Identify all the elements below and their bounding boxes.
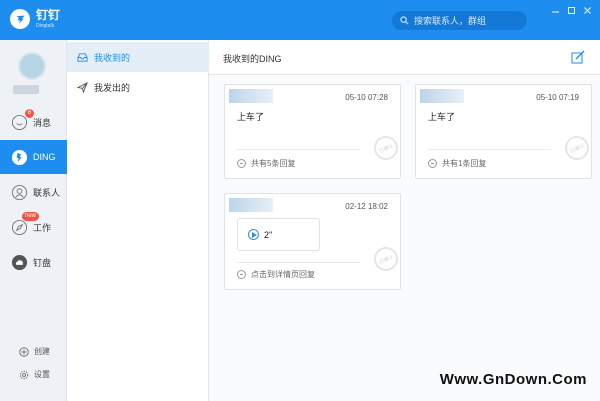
nav-label: DING <box>33 152 56 162</box>
new-badge: new <box>22 212 40 221</box>
voice-duration: 2" <box>264 229 273 240</box>
search-icon <box>400 16 409 25</box>
send-icon <box>77 81 88 93</box>
app-subtitle: Dingtalk <box>36 23 55 29</box>
gear-icon <box>19 370 29 379</box>
settings-button[interactable]: 设置 <box>19 369 50 380</box>
close-icon[interactable] <box>583 6 592 15</box>
reply-count[interactable]: 共有1条回复 <box>428 158 486 169</box>
ding-card[interactable]: 05-10 07:19 上车了 已确认 共有1条回复 <box>415 84 593 179</box>
edit-icon <box>571 50 585 64</box>
comment-icon <box>237 159 246 168</box>
sender-name-redacted <box>420 89 464 103</box>
play-icon[interactable] <box>248 229 259 240</box>
nav-item-contacts[interactable]: 联系人 <box>0 175 67 209</box>
inbox-icon <box>77 52 88 62</box>
comment-icon <box>428 159 437 168</box>
confirmed-stamp-icon: 已确认 <box>561 132 593 164</box>
card-time: 02-12 18:02 <box>345 202 388 211</box>
divider <box>237 149 360 150</box>
page-title: 我收到的DING <box>223 54 282 64</box>
nav-item-messages[interactable]: 6 消息 <box>0 105 67 139</box>
compass-icon <box>11 219 28 235</box>
comment-icon <box>237 270 246 279</box>
divider <box>237 262 360 263</box>
title-bar: 钉钉 Dingtalk 搜索联系人，群组 <box>0 0 600 40</box>
avatar[interactable] <box>18 52 46 80</box>
nav-label: 消息 <box>33 117 52 128</box>
main-header: 我收到的DING <box>209 40 600 75</box>
reply-label: 共有1条回复 <box>442 159 487 168</box>
ding-card[interactable]: 02-12 18:02 2" 已确认 点击到详情页回复 <box>224 193 402 290</box>
ding-icon <box>11 149 28 165</box>
nav-item-work[interactable]: new 工作 <box>0 210 67 244</box>
divider <box>428 149 551 150</box>
sender-name-redacted <box>229 89 273 103</box>
app-name: 钉钉 <box>36 8 61 22</box>
subnav-item-received[interactable]: 我收到的 <box>67 42 209 72</box>
unread-badge: 6 <box>25 109 34 118</box>
card-content: 上车了 <box>428 112 456 122</box>
search-input[interactable]: 搜索联系人，群组 <box>392 11 527 30</box>
ding-subnav: 我收到的 我发出的 <box>67 40 209 401</box>
contacts-icon <box>11 184 28 200</box>
subnav-label: 我收到的 <box>94 52 131 63</box>
minimize-icon[interactable] <box>551 6 560 15</box>
ding-card[interactable]: 05-10 07:28 上车了 已确认 共有5条回复 <box>224 84 402 179</box>
maximize-icon[interactable] <box>567 6 576 15</box>
nav-label: 工作 <box>33 222 52 233</box>
search-placeholder: 搜索联系人，群组 <box>414 16 487 26</box>
card-time: 05-10 07:28 <box>345 93 388 102</box>
reply-count[interactable]: 共有5条回复 <box>237 158 295 169</box>
subnav-label: 我发出的 <box>94 82 131 93</box>
compose-ding-button[interactable] <box>571 50 585 64</box>
nav-label: 钉盘 <box>33 257 52 268</box>
main-panel: 我收到的DING 05-10 07:28 上车了 已确认 共有5条回复 05-1… <box>209 40 600 401</box>
reply-label: 点击到详情页回复 <box>251 270 315 279</box>
plus-icon <box>19 346 29 357</box>
nav-item-cloud-disk[interactable]: 钉盘 <box>0 245 67 279</box>
dingtalk-logo-icon <box>10 9 30 29</box>
nav-item-ding[interactable]: DING <box>0 140 67 174</box>
create-button[interactable]: 创建 <box>19 346 50 357</box>
voice-message[interactable]: 2" <box>237 218 320 251</box>
create-label: 创建 <box>34 347 50 356</box>
sender-name-redacted <box>229 198 273 212</box>
reply-link[interactable]: 点击到详情页回复 <box>237 269 315 280</box>
watermark: Www.GnDown.Com <box>439 371 587 388</box>
cloud-disk-icon <box>11 254 28 270</box>
card-time: 05-10 07:19 <box>536 93 579 102</box>
card-content: 上车了 <box>237 112 265 122</box>
subnav-item-sent[interactable]: 我发出的 <box>67 72 209 102</box>
confirmed-stamp-icon: 已确认 <box>370 243 402 275</box>
reply-label: 共有5条回复 <box>251 159 296 168</box>
settings-label: 设置 <box>34 370 50 379</box>
confirmed-stamp-icon: 已确认 <box>370 132 402 164</box>
left-nav: 6 消息 DING 联系人 new 工作 钉盘 创建 设置 <box>0 40 67 401</box>
user-name-redacted <box>13 85 39 94</box>
nav-label: 联系人 <box>33 187 61 198</box>
